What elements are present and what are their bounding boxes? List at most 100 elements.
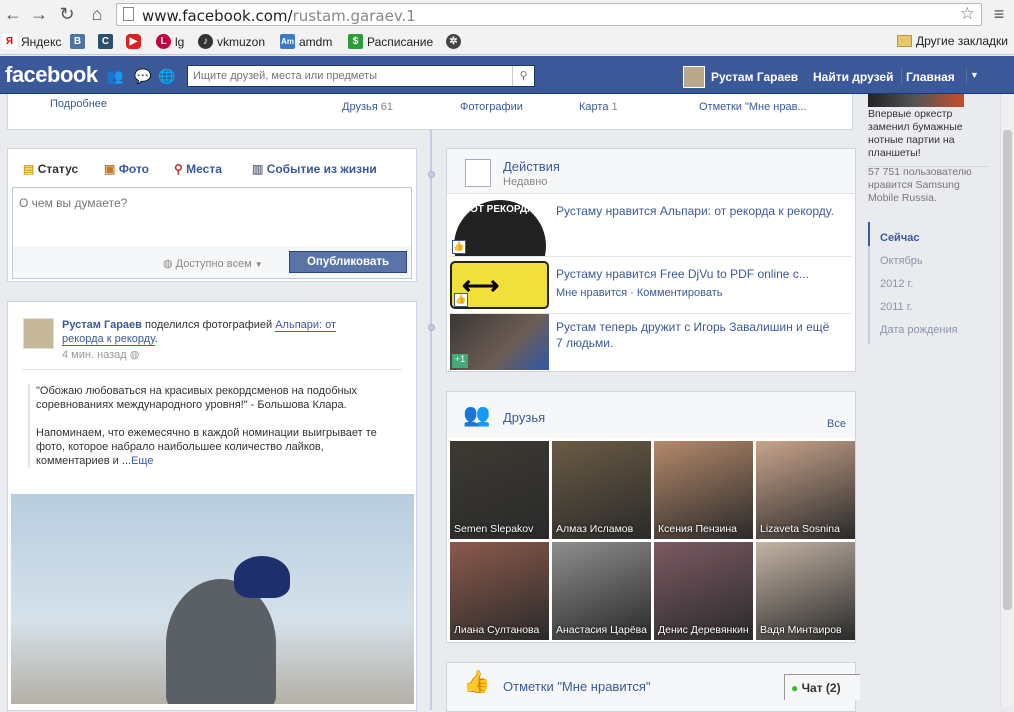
menu-icon[interactable]: ≡ xyxy=(988,3,1010,25)
search-box: ⚲ xyxy=(187,65,535,87)
friend-tile[interactable]: Лиана Султанова xyxy=(450,542,549,640)
timeline-nav-2012[interactable]: 2012 г. xyxy=(880,278,913,290)
place-pin-icon: ⚲ xyxy=(174,162,183,176)
other-bookmarks[interactable]: Другие закладки xyxy=(897,34,1008,48)
tab-friends[interactable]: Друзья 61 xyxy=(342,101,393,113)
likes-title[interactable]: Отметки "Мне нравится" xyxy=(503,679,651,694)
tab-likes[interactable]: Отметки "Мне нрав... xyxy=(699,101,807,113)
post-quote: "Обожаю любоваться на красивых рекордсме… xyxy=(36,385,357,411)
ad-image[interactable] xyxy=(868,94,964,107)
chevron-down-icon: ▼ xyxy=(254,260,263,269)
friend-name: Анастасия Царёва xyxy=(556,624,647,636)
bookmark-star-icon[interactable]: ☆ xyxy=(960,4,975,24)
friend-tile[interactable]: Алмаз Исламов xyxy=(552,441,651,539)
friends-title[interactable]: Друзья xyxy=(503,410,545,425)
notifications-icon[interactable]: 🌐 xyxy=(158,68,175,85)
privacy-selector[interactable]: ◍ Доступно всем ▼ xyxy=(163,257,263,270)
divider xyxy=(901,68,902,84)
author-name[interactable]: Рустам Гараев xyxy=(62,319,142,331)
activity-thumb-friend[interactable]: +1 xyxy=(450,314,549,370)
friend-tile[interactable]: Анастасия Царёва xyxy=(552,542,651,640)
bookmark-amdm[interactable]: Am amdm xyxy=(280,34,332,49)
timeline-nav-now[interactable]: Сейчас xyxy=(880,232,919,244)
tab-status[interactable]: ▤ Статус xyxy=(23,162,78,176)
activity-item-2-actions[interactable]: Мне нравится · Комментировать xyxy=(556,287,722,299)
divider xyxy=(450,256,852,257)
post-photo[interactable] xyxy=(11,494,414,704)
activity-item-3[interactable]: Рустам теперь дружит с Игорь Завалишин и… xyxy=(556,319,836,351)
bookmark-schedule[interactable]: $ Расписание xyxy=(348,34,433,49)
status-input[interactable]: О чем вы думаете? xyxy=(13,188,411,246)
tab-photo[interactable]: ▣ Фото xyxy=(104,162,149,176)
shared-link[interactable]: Альпари: от xyxy=(275,319,337,332)
post-button[interactable]: Опубликовать xyxy=(289,251,407,273)
friend-name: Вадя Минтаиров xyxy=(760,624,842,636)
chevron-down-icon[interactable]: ▼ xyxy=(970,70,979,80)
bookmark-vkmuzon[interactable]: ♪ vkmuzon xyxy=(198,34,265,49)
schedule-icon: $ xyxy=(348,34,363,49)
forward-icon[interactable]: → xyxy=(28,3,50,25)
friend-tile[interactable]: Lizaveta Sosnina xyxy=(756,441,855,539)
page-icon xyxy=(123,7,134,21)
home-link[interactable]: Главная xyxy=(906,70,955,84)
helmet xyxy=(234,556,290,598)
friend-requests-icon[interactable]: 👥 xyxy=(106,68,123,85)
timeline-nav-october[interactable]: Октябрь xyxy=(880,255,923,267)
right-sidebar: Впервые оркестр заменил бумажные нотные … xyxy=(860,94,1014,706)
post-text: Напоминаем, что ежемесячно в каждой номи… xyxy=(36,427,377,467)
shared-link-2[interactable]: рекорда к рекорду xyxy=(62,333,155,346)
avatar[interactable] xyxy=(683,66,705,88)
friends-all-link[interactable]: Все xyxy=(827,418,846,430)
tab-map[interactable]: Карта 1 xyxy=(579,101,618,113)
divider xyxy=(22,369,402,370)
see-more-link[interactable]: Еще xyxy=(131,455,153,467)
scrollbar[interactable] xyxy=(1000,94,1014,706)
friend-tile[interactable]: Вадя Минтаиров xyxy=(756,542,855,640)
amdm-icon: Am xyxy=(280,34,295,49)
tab-places[interactable]: ⚲ Места xyxy=(174,162,222,176)
friend-name: Алмаз Исламов xyxy=(556,523,634,535)
messages-icon[interactable]: 💬 xyxy=(134,68,151,85)
activity-thumb-arrow[interactable]: ⟷ 👍 xyxy=(450,261,549,309)
reload-icon[interactable]: ↻ xyxy=(56,3,78,25)
post-time[interactable]: 4 мин. назад ◍ xyxy=(62,348,139,361)
bookmark-vk[interactable]: B xyxy=(70,34,85,49)
timeline-nav-birth[interactable]: Дата рождения xyxy=(880,324,958,336)
profile-link[interactable]: Рустам Гараев xyxy=(711,70,798,84)
yandex-icon: Я xyxy=(2,34,17,49)
bookmark-youtube[interactable]: ▶ xyxy=(126,34,141,49)
author-avatar[interactable] xyxy=(23,318,54,349)
ad-text[interactable]: Впервые оркестр заменил бумажные нотные … xyxy=(868,108,980,160)
activity-thumb-record[interactable]: ОТ РЕКОРДА 👍 xyxy=(450,198,549,256)
youtube-icon: ▶ xyxy=(126,34,141,49)
scrollbar-thumb[interactable] xyxy=(1003,130,1012,610)
tab-photos[interactable]: Фотографии xyxy=(460,101,523,113)
friends-box: 👥 Друзья Все Semen Slepakov Алмаз Исламов… xyxy=(446,391,856,643)
bookmark-gear[interactable]: ✲ xyxy=(446,34,461,49)
more-link[interactable]: Подробнее xyxy=(50,98,107,110)
bookmark-yandex[interactable]: Я Яндекс xyxy=(2,34,61,49)
friend-tile[interactable]: Ксения Пензина xyxy=(654,441,753,539)
vk-icon: B xyxy=(70,34,85,49)
double-arrow-icon: ⟷ xyxy=(462,270,500,300)
home-icon[interactable]: ⌂ xyxy=(86,3,108,25)
tab-life-event[interactable]: ▥ Событие из жизни xyxy=(252,162,377,176)
composer: ▤ Статус ▣ Фото ⚲ Места ▥ Событие из жиз… xyxy=(7,148,417,282)
search-icon[interactable]: ⚲ xyxy=(512,66,534,86)
address-bar[interactable]: www.facebook.com/rustam.garaev.1 ☆ xyxy=(116,3,982,26)
gear-icon: ✲ xyxy=(446,34,461,49)
timeline-nav-2011[interactable]: 2011 г. xyxy=(880,301,912,313)
globe-icon: ◍ xyxy=(129,349,140,361)
search-input[interactable] xyxy=(188,66,508,86)
friend-tile[interactable]: Semen Slepakov xyxy=(450,441,549,539)
friend-tile[interactable]: Денис Деревянкин xyxy=(654,542,753,640)
find-friends-link[interactable]: Найти друзей xyxy=(813,70,893,84)
activity-item-2[interactable]: Рустаму нравится Free DjVu to PDF online… xyxy=(556,267,846,281)
bookmark-lg[interactable]: Llg xyxy=(156,34,184,49)
friend-name: Лиана Султанова xyxy=(454,624,540,636)
bookmark-c[interactable]: C xyxy=(98,34,113,49)
facebook-logo[interactable]: facebook xyxy=(5,62,98,88)
activity-item-1[interactable]: Рустаму нравится Альпари: от рекорда к р… xyxy=(556,203,836,219)
activity-title[interactable]: Действия xyxy=(503,159,560,174)
back-icon[interactable]: ← xyxy=(2,3,24,25)
